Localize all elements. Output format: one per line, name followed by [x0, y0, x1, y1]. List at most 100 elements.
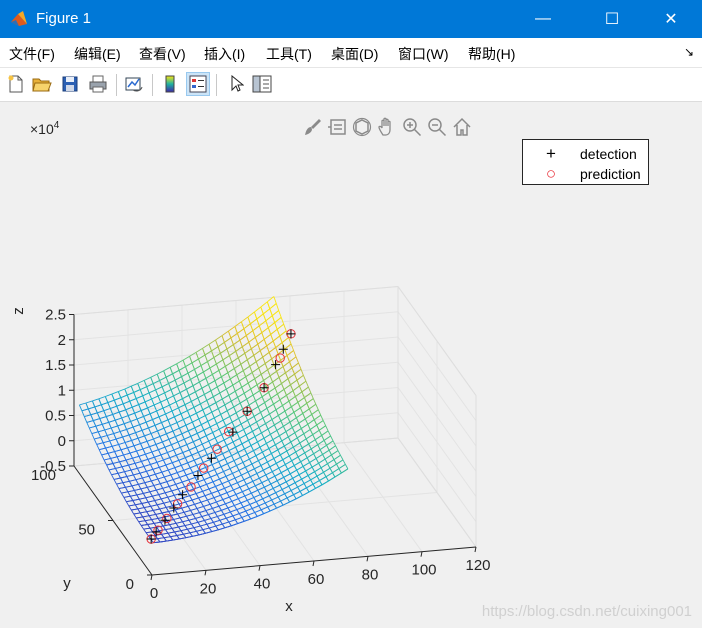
mesh-line	[202, 405, 210, 411]
open-file-icon[interactable]	[30, 72, 54, 96]
mesh-line	[201, 471, 209, 476]
x-tick	[258, 565, 261, 571]
mesh-line	[194, 424, 202, 429]
mesh-line	[137, 438, 141, 444]
mesh-line	[312, 434, 316, 440]
mesh-line	[216, 386, 221, 394]
mesh-line	[269, 492, 276, 497]
mesh-line	[196, 529, 204, 532]
menu-window[interactable]: 窗口(W)	[398, 44, 449, 64]
mesh-line	[239, 402, 244, 410]
toolbar-dock-arrow-icon[interactable]: ↘	[684, 45, 694, 59]
mesh-line	[272, 310, 279, 317]
mesh-line	[113, 400, 118, 407]
mesh-line	[275, 405, 283, 411]
mesh-line	[239, 438, 243, 444]
menu-desktop[interactable]: 桌面(D)	[331, 44, 378, 64]
mesh-line	[191, 497, 199, 501]
menu-view[interactable]: 查看(V)	[139, 44, 186, 64]
minimize-button[interactable]: —	[520, 0, 566, 38]
link-plot-icon[interactable]	[122, 72, 146, 96]
mesh-line	[218, 458, 226, 463]
mesh-line	[231, 418, 239, 423]
pointer-icon[interactable]	[224, 72, 248, 96]
mesh-line	[217, 408, 222, 415]
mesh-line	[164, 392, 168, 400]
mesh-line	[147, 522, 155, 525]
mesh-line	[152, 419, 156, 426]
mesh-line	[115, 438, 120, 445]
mesh-line	[113, 477, 121, 480]
mesh-line	[279, 481, 287, 486]
mesh-line	[278, 410, 286, 416]
mesh-line	[103, 410, 107, 417]
mesh-line	[269, 462, 277, 468]
mesh-line	[217, 342, 225, 348]
menu-insert[interactable]: 插入(I)	[204, 44, 245, 64]
menu-help[interactable]: 帮助(H)	[468, 44, 515, 64]
mesh-line	[186, 441, 194, 446]
mesh-line	[250, 445, 254, 451]
mesh-line	[138, 498, 143, 504]
mesh-line	[235, 491, 243, 495]
mesh-line	[204, 518, 212, 521]
mesh-line	[237, 357, 242, 365]
menu-file[interactable]: 文件(F)	[9, 44, 55, 64]
mesh-line	[118, 486, 126, 490]
menu-tools[interactable]: 工具(T)	[266, 44, 312, 64]
x-tick-label: 120	[465, 557, 490, 574]
legend[interactable]: + detection ○ prediction	[522, 139, 649, 185]
mesh-line	[201, 420, 209, 426]
mesh-line	[81, 408, 89, 412]
mesh-line	[189, 412, 197, 417]
mesh-line	[186, 514, 194, 517]
menu-edit[interactable]: 编辑(E)	[74, 44, 121, 64]
mesh-line	[140, 410, 145, 417]
close-button[interactable]: ✕	[648, 0, 694, 38]
mesh-line	[182, 495, 190, 499]
mesh-line	[154, 422, 162, 426]
mesh-line	[97, 431, 102, 438]
mesh-line	[282, 455, 290, 461]
mesh-line	[111, 472, 119, 476]
mesh-line	[287, 411, 295, 418]
mesh-line	[294, 373, 298, 381]
mesh-line	[290, 406, 295, 413]
save-icon[interactable]	[58, 72, 82, 96]
mesh-line	[216, 474, 220, 480]
mesh-line	[163, 425, 171, 429]
mesh-line	[136, 494, 140, 500]
mesh-line	[149, 410, 157, 415]
new-figure-icon[interactable]	[4, 72, 28, 96]
maximize-button[interactable]: ☐	[589, 0, 635, 38]
mesh-line	[150, 430, 158, 434]
mesh-line	[279, 431, 287, 437]
mesh-line	[182, 449, 190, 454]
print-icon[interactable]	[86, 72, 110, 96]
mesh-line	[196, 409, 204, 414]
mesh-line	[147, 459, 151, 465]
mesh-line	[132, 426, 137, 433]
mesh-line	[116, 454, 124, 458]
mesh-line	[299, 491, 303, 496]
mesh-line	[194, 365, 202, 370]
mesh-line	[281, 489, 285, 495]
mesh-line	[256, 469, 264, 474]
mesh-line	[252, 325, 260, 332]
mesh-line	[239, 483, 247, 488]
colorbar-icon[interactable]	[158, 72, 182, 96]
property-inspector-icon[interactable]	[250, 72, 274, 96]
mesh-line	[254, 512, 258, 517]
mesh-line	[132, 498, 140, 501]
mesh-line	[270, 453, 275, 459]
mesh-line	[217, 513, 224, 517]
mesh-line	[241, 382, 249, 388]
mesh-line	[161, 496, 168, 500]
mesh-line	[263, 466, 271, 471]
mesh-line	[320, 463, 328, 469]
legend-entry-prediction: ○ prediction	[523, 164, 650, 184]
mesh-line	[160, 401, 164, 409]
legend-icon[interactable]	[186, 72, 210, 96]
mesh-line	[232, 473, 236, 479]
mesh-line	[280, 416, 288, 422]
